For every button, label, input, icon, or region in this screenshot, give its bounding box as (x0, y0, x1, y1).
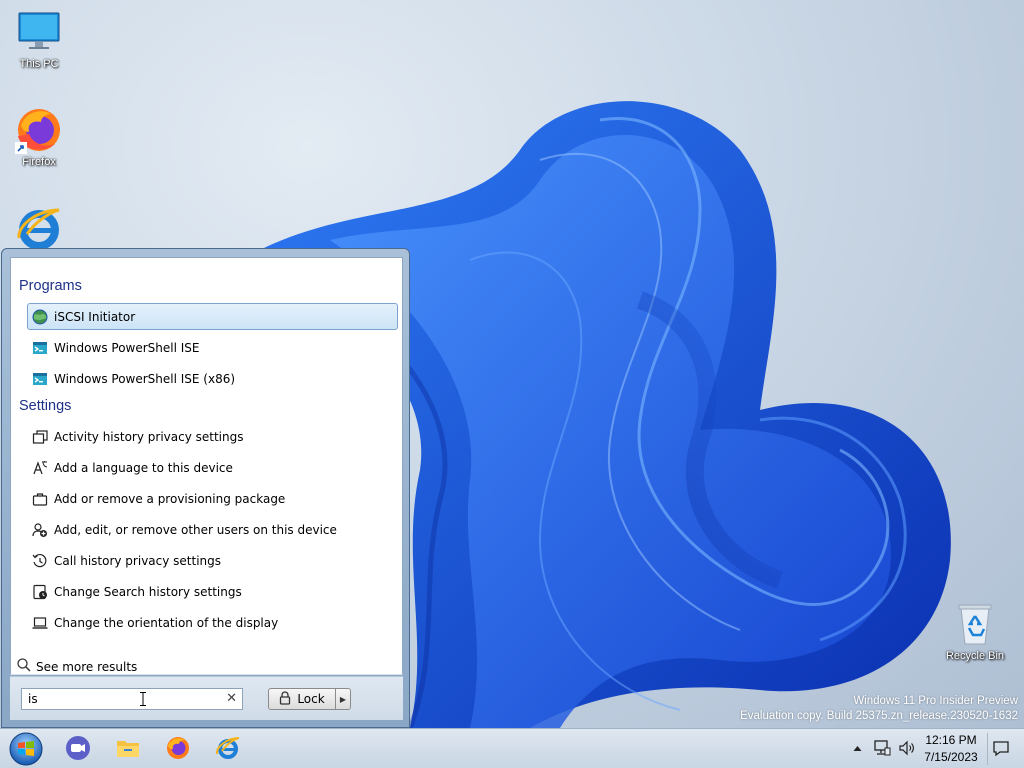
iscsi-globe-icon (31, 308, 49, 326)
result-label: Add, edit, or remove other users on this… (54, 522, 337, 537)
result-display-orientation[interactable]: Change the orientation of the display (27, 609, 398, 636)
lock-icon (279, 690, 291, 708)
start-search-input[interactable] (28, 692, 208, 706)
desktop-icon-label: Recycle Bin (945, 650, 1005, 662)
internet-explorer-icon (15, 204, 63, 252)
start-menu: Programs iSCSI Initiator Windows PowerSh… (1, 248, 410, 728)
result-label: Windows PowerShell ISE (x86) (54, 371, 236, 386)
language-icon (31, 459, 49, 477)
result-activity-history-privacy[interactable]: Activity history privacy settings (27, 423, 398, 450)
user-add-icon (31, 521, 49, 539)
network-tray-button[interactable] (873, 739, 891, 760)
search-results-pane: Programs iSCSI Initiator Windows PowerSh… (10, 257, 403, 675)
see-more-results-link[interactable]: See more results (17, 658, 137, 675)
search-icon (17, 658, 31, 675)
result-label: Change the orientation of the display (54, 615, 279, 630)
firefox-icon (15, 106, 63, 154)
power-options-arrow-button[interactable]: ▶ (335, 688, 351, 710)
history-icon (31, 552, 49, 570)
result-label: Add a language to this device (54, 460, 233, 475)
powershell-ise-icon (31, 339, 49, 357)
result-label: iSCSI Initiator (54, 309, 136, 324)
powershell-ise-icon (31, 370, 49, 388)
result-label: Change Search history settings (54, 584, 242, 599)
clock-date: 7/15/2023 (924, 750, 978, 764)
briefcase-icon (31, 490, 49, 508)
result-label: Call history privacy settings (54, 553, 222, 568)
result-label: Windows PowerShell ISE (54, 340, 200, 355)
notifications-button[interactable] (992, 739, 1010, 760)
clear-search-icon[interactable]: ✕ (226, 691, 237, 706)
result-iscsi-initiator[interactable]: iSCSI Initiator (27, 303, 398, 330)
show-hidden-icons-button[interactable] (853, 742, 862, 756)
network-icon (873, 740, 891, 760)
taskbar-app-internet-explorer[interactable] (208, 733, 248, 765)
taskbar-app-meet[interactable] (58, 733, 98, 765)
meet-camera-icon (65, 735, 91, 764)
desktop-icon-internet-explorer[interactable] (1, 204, 77, 254)
os-watermark: Windows 11 Pro Insider Preview Evaluatio… (740, 694, 1018, 724)
result-provisioning-package[interactable]: Add or remove a provisioning package (27, 485, 398, 512)
result-label: Activity history privacy settings (54, 429, 244, 444)
speaker-icon (898, 740, 916, 760)
result-label: Add or remove a provisioning package (54, 491, 286, 506)
firefox-icon (165, 735, 191, 764)
taskbar-app-file-explorer[interactable] (108, 733, 148, 765)
result-windows-powershell-ise[interactable]: Windows PowerShell ISE (27, 334, 398, 361)
chevron-right-icon: ▶ (339, 694, 347, 704)
search-history-icon (31, 583, 49, 601)
chevron-up-icon (853, 742, 862, 756)
monitor-icon (15, 8, 63, 56)
windows-stack-icon (31, 428, 49, 446)
desktop-icon-this-pc[interactable]: This PC (1, 8, 77, 70)
laptop-icon (31, 614, 49, 632)
windows-orb-icon (9, 732, 43, 766)
text-cursor-icon (140, 692, 146, 709)
result-call-history-privacy[interactable]: Call history privacy settings (27, 547, 398, 574)
result-windows-powershell-ise-x86[interactable]: Windows PowerShell ISE (x86) (27, 365, 398, 392)
internet-explorer-icon (215, 735, 241, 764)
result-search-history-settings[interactable]: Change Search history settings (27, 578, 398, 605)
notification-icon (992, 741, 1010, 760)
file-explorer-icon (115, 735, 141, 764)
desktop-icon-label: This PC (19, 58, 59, 70)
watermark-line: Evaluation copy. Build 25375.zn_release.… (740, 710, 1018, 722)
clock-time: 12:16 PM (925, 733, 977, 747)
taskbar-clock[interactable]: 12:16 PM 7/15/2023 (918, 732, 984, 766)
tray-separator (987, 733, 988, 765)
taskbar-app-firefox[interactable] (158, 733, 198, 765)
volume-tray-button[interactable] (898, 739, 916, 760)
group-title-settings: Settings (19, 398, 72, 414)
lock-label: Lock (297, 692, 325, 706)
start-search-box[interactable]: ✕ (21, 688, 243, 710)
watermark-line: Windows 11 Pro Insider Preview (853, 695, 1018, 707)
desktop-icon-recycle-bin[interactable]: Recycle Bin (937, 600, 1013, 662)
desktop-icon-firefox[interactable]: Firefox (1, 106, 77, 168)
desktop-icon-label: Firefox (22, 156, 56, 168)
result-add-language[interactable]: Add a language to this device (27, 454, 398, 481)
taskbar: 12:16 PM 7/15/2023 (0, 728, 1024, 768)
result-manage-other-users[interactable]: Add, edit, or remove other users on this… (27, 516, 398, 543)
see-more-label: See more results (36, 659, 138, 674)
group-title-programs: Programs (19, 278, 82, 294)
start-button[interactable] (8, 731, 44, 767)
recycle-bin-icon (951, 600, 999, 648)
lock-button[interactable]: Lock (268, 688, 336, 710)
start-menu-footer: ✕ Lock ▶ (10, 676, 403, 720)
